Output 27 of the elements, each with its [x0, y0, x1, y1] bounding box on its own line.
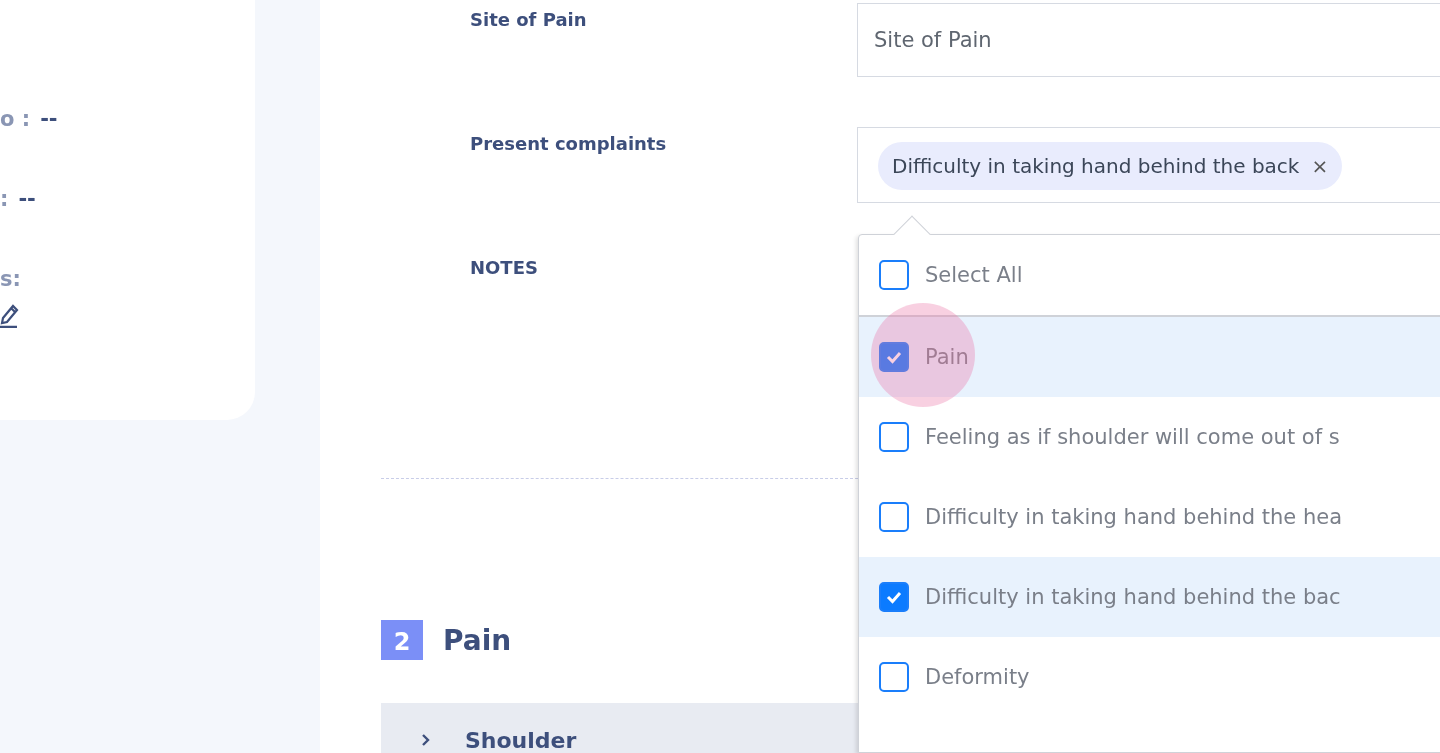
- checkbox[interactable]: [879, 260, 909, 290]
- dropdown-option[interactable]: Feeling as if shoulder will come out of s: [859, 397, 1440, 477]
- dropdown-option[interactable]: Pain: [859, 317, 1440, 397]
- multiselect-field[interactable]: Difficulty in taking hand behind the back ×: [857, 127, 1440, 203]
- checkbox[interactable]: [879, 422, 909, 452]
- section-number: 2: [381, 620, 423, 660]
- edit-icon[interactable]: [0, 302, 20, 328]
- dropdown-option[interactable]: Deformity: [859, 637, 1440, 717]
- tag-chip: Difficulty in taking hand behind the back ×: [878, 142, 1343, 190]
- field-label: NOTES: [470, 256, 539, 278]
- chevron-icon: [421, 733, 431, 747]
- info-value: --: [18, 187, 36, 211]
- remove-tag-button[interactable]: ×: [1311, 154, 1329, 178]
- info-value: --: [40, 107, 58, 131]
- checkbox[interactable]: [879, 502, 909, 532]
- field-label: Present complaints: [470, 132, 668, 154]
- section-title: Pain: [443, 623, 512, 657]
- checkbox[interactable]: [879, 662, 909, 692]
- info-label: s:: [0, 267, 21, 291]
- checkbox[interactable]: [879, 582, 909, 612]
- checkbox[interactable]: [879, 342, 909, 372]
- input-field[interactable]: Site of Pain: [857, 3, 1440, 77]
- info-label: o :: [0, 107, 31, 131]
- dropdown-option[interactable]: Difficulty in taking hand behind the bac: [859, 557, 1440, 637]
- info-label: :: [0, 187, 9, 211]
- field-label: Site of Pain: [470, 8, 588, 30]
- dropdown-option[interactable]: Difficulty in taking hand behind the hea: [859, 477, 1440, 557]
